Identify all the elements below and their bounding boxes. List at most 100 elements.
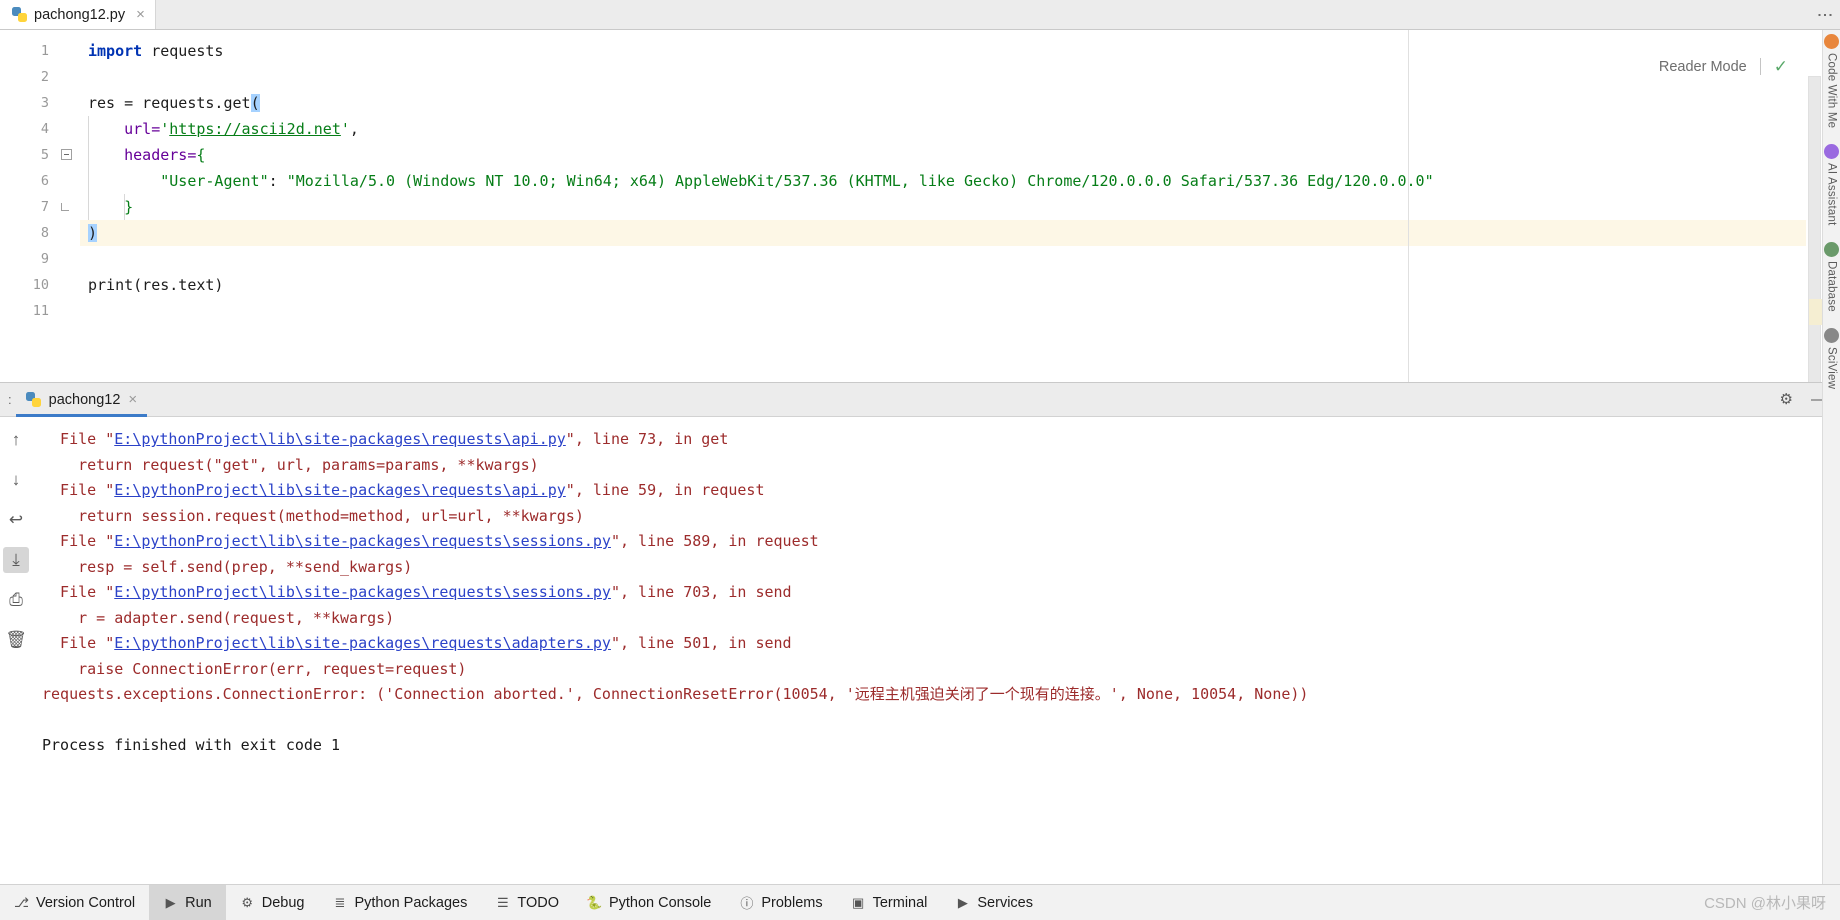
- code-token: "User-Agent": [88, 172, 269, 190]
- right-strip-item-database[interactable]: Database: [1824, 241, 1839, 312]
- toolbar-button-version-control[interactable]: ⎇ Version Control: [0, 885, 149, 920]
- code-token: ,: [349, 120, 359, 138]
- code-line[interactable]: ): [80, 220, 1840, 246]
- console-text: File ": [42, 583, 115, 601]
- toolbar-button-python-packages[interactable]: ≣ Python Packages: [318, 885, 481, 920]
- right-strip-item-code-with-me[interactable]: Code With Me: [1824, 34, 1839, 128]
- toolbar-button-todo[interactable]: ☰ TODO: [481, 885, 573, 920]
- pycharm-window: pachong12.py × ⋮ 1 2 3 4 5 6 7 8 9 10 11 import re…: [0, 0, 1840, 920]
- code-token: :: [268, 172, 287, 190]
- code-folding-gutter[interactable]: [58, 30, 80, 382]
- terminal-icon: ▣: [851, 894, 865, 910]
- fold-marker-open[interactable]: [58, 142, 80, 168]
- print-icon[interactable]: ⎙: [3, 587, 29, 613]
- close-icon[interactable]: ×: [136, 7, 145, 22]
- code-token: print: [88, 276, 134, 294]
- console-line: File "E:\pythonProject\lib\site-packages…: [42, 427, 1840, 453]
- code-token: "Mozilla/5.0 (Windows NT 10.0; Win64; x6…: [286, 172, 1434, 190]
- down-arrow-icon[interactable]: ↓: [3, 467, 29, 493]
- services-icon: ▶: [957, 894, 968, 910]
- file-path-link[interactable]: E:\pythonProject\lib\site-packages\reque…: [114, 532, 611, 550]
- right-tool-strip: Code With Me AI Assistant Database SciView: [1822, 30, 1840, 884]
- reader-mode-indicator[interactable]: Reader Mode ✓: [1659, 58, 1788, 75]
- line-number: 7: [40, 199, 49, 215]
- toolbar-button-label: Debug: [261, 894, 305, 911]
- bottom-toolbar: ⎇ Version Control ▶ Run ⚙ Debug ≣ Python Packag…: [0, 884, 1840, 920]
- code-token: ): [88, 224, 98, 242]
- toolbar-button-label: Problems: [761, 894, 823, 911]
- run-window-toolbar: ↑ ↓ ↩ ⤓ ⎙ 🗑: [0, 417, 32, 884]
- file-path-link[interactable]: E:\pythonProject\lib\site-packages\reque…: [114, 634, 611, 652]
- code-token: ': [340, 120, 350, 138]
- console-text: ", line 59, in request: [565, 481, 765, 499]
- console-text: requests.exceptions.ConnectionError: ('C…: [42, 685, 1309, 703]
- code-text-area[interactable]: import requests res = requests.get( url='…: [80, 30, 1840, 382]
- code-line[interactable]: }: [80, 194, 1840, 220]
- gear-icon[interactable]: ⚙: [1780, 392, 1793, 407]
- console-line: raise ConnectionError(err, request=reque…: [42, 657, 1840, 683]
- file-path-link[interactable]: E:\pythonProject\lib\site-packages\reque…: [114, 583, 611, 601]
- right-strip-label: Code With Me: [1825, 53, 1838, 129]
- console-text: File ": [42, 532, 115, 550]
- editor-scrollbar-thumb[interactable]: [1808, 76, 1825, 394]
- run-window-body: ↑ ↓ ↩ ⤓ ⎙ 🗑 File "E:\pythonProject\lib\site-p…: [0, 417, 1840, 884]
- right-strip-item-sciview[interactable]: SciView: [1824, 327, 1839, 389]
- toolbar-button-debug[interactable]: ⚙ Debug: [226, 885, 319, 920]
- fold-marker-close[interactable]: [58, 194, 80, 220]
- editor-tab-label: pachong12.py: [34, 6, 126, 23]
- line-number: 9: [40, 251, 49, 267]
- right-strip-item-ai-assistant[interactable]: AI Assistant: [1824, 144, 1839, 226]
- reader-mode-divider: [1759, 58, 1761, 75]
- python-file-icon: [12, 7, 27, 22]
- file-path-link[interactable]: E:\pythonProject\lib\site-packages\reque…: [114, 430, 566, 448]
- console-output[interactable]: File "E:\pythonProject\lib\site-packages…: [32, 417, 1840, 884]
- code-line[interactable]: url='https://ascii2d.net',: [80, 116, 1840, 142]
- close-icon[interactable]: ×: [128, 391, 137, 408]
- code-token: ': [160, 120, 170, 138]
- line-number: 6: [40, 173, 49, 189]
- code-line[interactable]: [80, 64, 1840, 90]
- toolbar-button-label: Python Packages: [354, 894, 468, 911]
- editor-tab-pachong12[interactable]: pachong12.py ×: [0, 0, 156, 29]
- run-tab-pachong12[interactable]: pachong12 ×: [15, 383, 148, 417]
- console-line: File "E:\pythonProject\lib\site-packages…: [42, 631, 1840, 657]
- problems-icon: ⓘ: [740, 896, 754, 911]
- code-line[interactable]: [80, 246, 1840, 272]
- trash-icon[interactable]: 🗑: [3, 627, 29, 653]
- checkmark-icon[interactable]: ✓: [1774, 58, 1788, 75]
- console-line: File "E:\pythonProject\lib\site-packages…: [42, 580, 1840, 606]
- console-line: File "E:\pythonProject\lib\site-packages…: [42, 529, 1840, 555]
- console-text: ", line 73, in get: [565, 430, 729, 448]
- codewithme-icon: [1824, 34, 1839, 49]
- more-options-icon[interactable]: ⋮: [1816, 7, 1833, 23]
- code-line[interactable]: res = requests.get(: [80, 90, 1840, 116]
- console-line: File "E:\pythonProject\lib\site-packages…: [42, 478, 1840, 504]
- line-number: 10: [32, 277, 49, 293]
- toolbar-button-run[interactable]: ▶ Run: [149, 885, 226, 920]
- toolbar-button-python-console[interactable]: 🐍 Python Console: [573, 885, 725, 920]
- code-line[interactable]: print(res.text): [80, 272, 1840, 298]
- scroll-to-end-icon[interactable]: ⤓: [3, 547, 29, 573]
- file-path-link[interactable]: E:\pythonProject\lib\site-packages\reque…: [114, 481, 566, 499]
- up-arrow-icon[interactable]: ↑: [3, 427, 29, 453]
- toolbar-button-problems[interactable]: ⓘ Problems: [725, 885, 836, 920]
- right-strip-label: Database: [1825, 260, 1838, 312]
- code-line[interactable]: import requests: [80, 38, 1840, 64]
- console-line: Process finished with exit code 1: [42, 733, 1840, 759]
- code-line[interactable]: headers={: [80, 142, 1840, 168]
- toolbar-button-terminal[interactable]: ▣ Terminal: [837, 885, 942, 920]
- editor-scroll-rail[interactable]: [1806, 30, 1825, 394]
- soft-wrap-icon[interactable]: ↩: [3, 507, 29, 533]
- code-token: res = requests.get: [88, 94, 251, 112]
- python-run-icon: [25, 392, 41, 407]
- run-tab-label: pachong12: [48, 391, 121, 408]
- toolbar-button-label: Version Control: [36, 894, 136, 911]
- run-window-header: : pachong12 × ⚙ —: [0, 383, 1840, 417]
- code-editor[interactable]: 1 2 3 4 5 6 7 8 9 10 11 import requests res = reque…: [0, 30, 1840, 394]
- code-line[interactable]: "User-Agent": "Mozilla/5.0 (Windows NT 1…: [80, 168, 1840, 194]
- console-text: Process finished with exit code 1: [42, 736, 341, 754]
- toolbar-button-services[interactable]: ▶ Services: [941, 885, 1047, 920]
- code-line[interactable]: [80, 298, 1840, 324]
- packages-icon: ≣: [334, 894, 346, 910]
- run-tool-window: : pachong12 × ⚙ — ↑ ↓ ↩ ⤓ ⎙ 🗑 File "E:\python…: [0, 382, 1840, 884]
